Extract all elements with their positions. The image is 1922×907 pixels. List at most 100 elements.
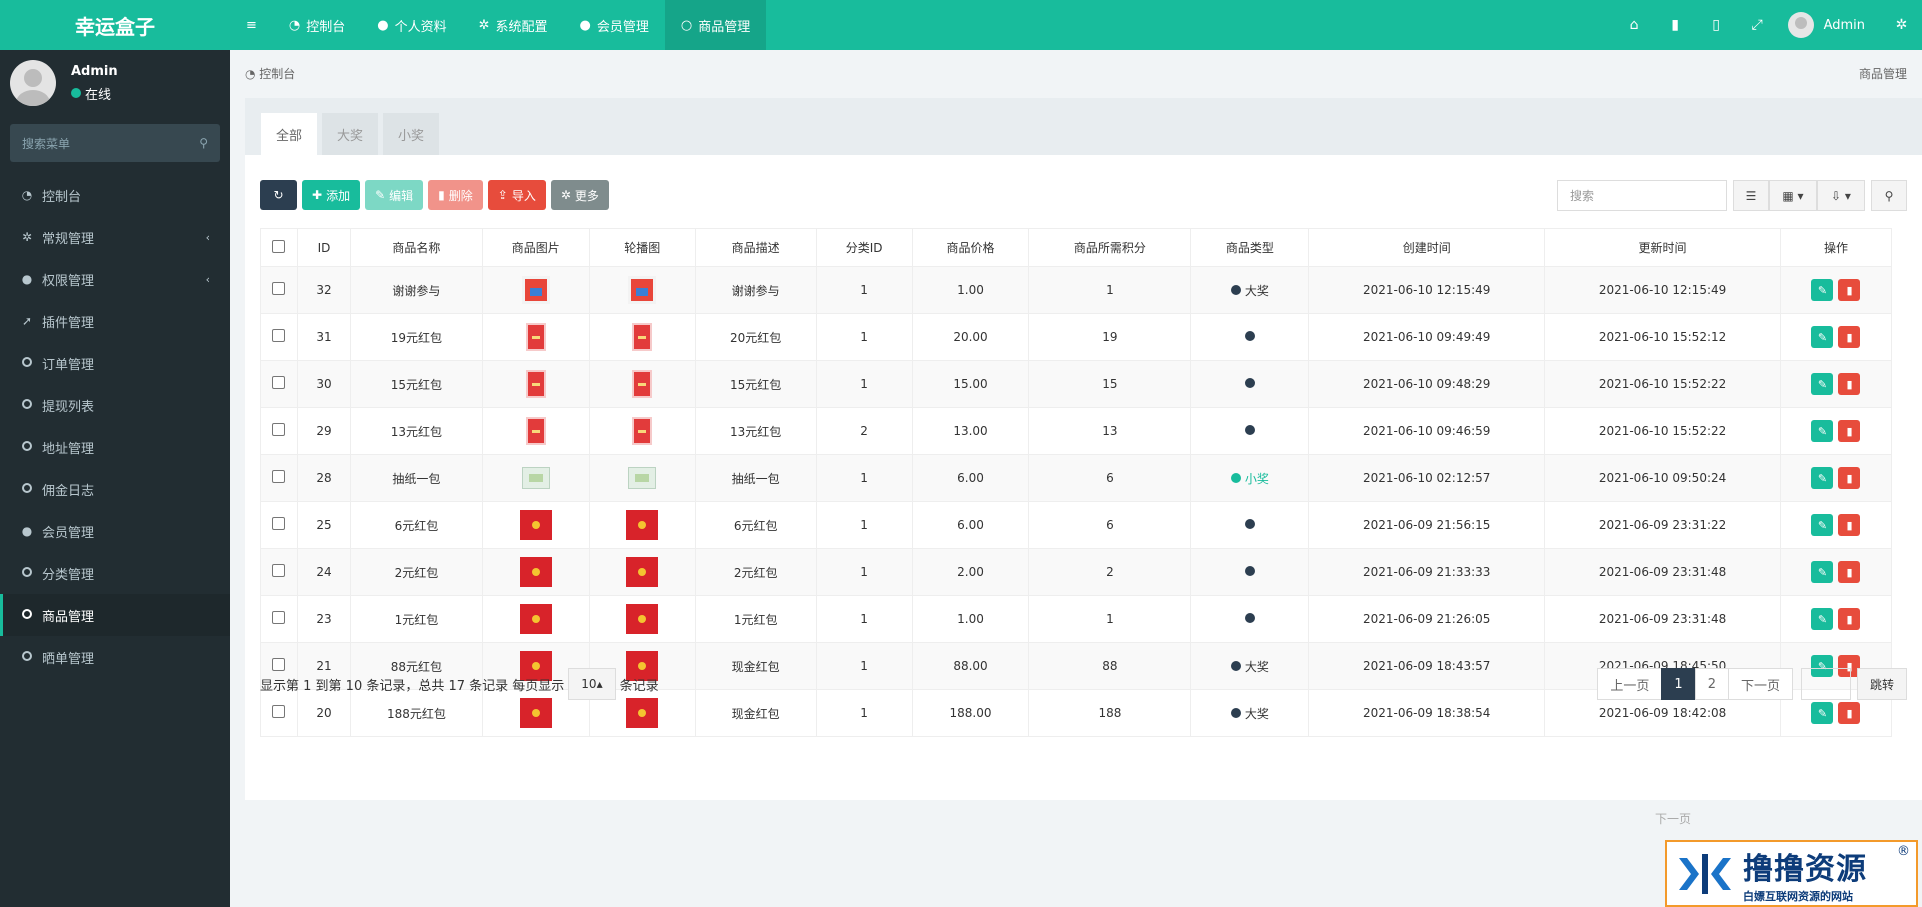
sidebar-item-plugins[interactable]: ➚ 插件管理 [0, 300, 230, 342]
column-header[interactable]: 创建时间 [1308, 228, 1546, 267]
menu-search-input[interactable]: 搜索菜单 ⚲ [10, 124, 220, 162]
column-header[interactable]: 商品名称 [349, 228, 483, 267]
search-toggle-button[interactable]: ⚲ [1871, 180, 1907, 211]
fullscreen-icon[interactable]: ⤢ [1737, 0, 1778, 50]
topnav-dashboard[interactable]: ◔ 控制台 [273, 0, 361, 50]
edit-row-button[interactable]: ✎ [1811, 514, 1834, 536]
row-checkbox[interactable] [272, 376, 286, 389]
topnav-members[interactable]: ● 会员管理 [564, 0, 665, 50]
columns-button[interactable]: ▦ ▾ [1769, 180, 1817, 211]
carousel-thumbnail[interactable] [628, 467, 657, 489]
table-row[interactable]: 31 19元红包 20元红包 1 20.00 19 2021-06-10 09:49:49 2… [260, 313, 1893, 361]
tab-all[interactable]: 全部 [261, 113, 318, 155]
column-header[interactable]: 商品价格 [911, 228, 1030, 267]
row-checkbox[interactable] [272, 282, 286, 295]
product-thumbnail[interactable] [519, 510, 552, 540]
export-button[interactable]: ⇩ ▾ [1817, 180, 1865, 211]
select-all-checkbox[interactable] [272, 239, 286, 253]
table-row[interactable]: 32 谢谢参与 谢谢参与 1 1.00 1 大奖 2021-06-10 12:15:49 202… [260, 266, 1893, 314]
user-menu[interactable]: Admin [1778, 12, 1881, 38]
import-button[interactable]: ⇪ 导入 [487, 180, 546, 210]
next-page-button[interactable]: 下一页 [1727, 668, 1793, 700]
column-header[interactable]: 商品描述 [694, 228, 817, 267]
delete-row-button[interactable]: ▮ [1838, 608, 1861, 630]
product-thumbnail[interactable] [525, 323, 546, 351]
breadcrumb-home[interactable]: ◔ 控制台 [245, 65, 295, 82]
carousel-thumbnail[interactable] [632, 417, 653, 445]
table-row[interactable]: 25 6元红包 6元红包 1 6.00 6 2021-06-09 21:56:15 2021-… [260, 501, 1893, 549]
more-button[interactable]: ✲ 更多 [550, 180, 609, 210]
search-icon[interactable]: ⚲ [199, 136, 208, 150]
carousel-thumbnail[interactable] [628, 276, 657, 304]
sidebar-item-orders[interactable]: 订单管理 [0, 342, 230, 384]
app-logo[interactable]: 幸运盒子 [0, 0, 230, 50]
column-header[interactable]: ID [296, 228, 351, 267]
row-checkbox[interactable] [272, 517, 286, 530]
gears-icon[interactable]: ✲ [1881, 0, 1922, 50]
sidebar-item-commission-log[interactable]: 佣金日志 [0, 468, 230, 510]
row-checkbox[interactable] [272, 611, 286, 624]
column-header[interactable]: 轮播图 [588, 228, 696, 267]
sidebar-item-general[interactable]: ✲ 常规管理 ‹ [0, 216, 230, 258]
delete-row-button[interactable]: ▮ [1838, 373, 1861, 395]
sidebar-item-members[interactable]: ● 会员管理 [0, 510, 230, 552]
delete-row-button[interactable]: ▮ [1838, 467, 1861, 489]
edit-row-button[interactable]: ✎ [1811, 702, 1834, 724]
topnav-products[interactable]: ○ 商品管理 [664, 0, 767, 50]
column-header[interactable]: 商品类型 [1190, 228, 1310, 267]
delete-row-button[interactable]: ▮ [1838, 279, 1861, 301]
add-button[interactable]: ✚ 添加 [302, 180, 361, 210]
row-checkbox[interactable] [272, 470, 286, 483]
table-row[interactable]: 28 抽纸一包 抽纸一包 1 6.00 6 小奖 2021-06-10 02:12:57 202… [260, 454, 1893, 502]
column-header[interactable]: 更新时间 [1544, 228, 1781, 267]
product-thumbnail[interactable] [519, 604, 552, 634]
prev-page-button[interactable]: 上一页 [1597, 668, 1663, 700]
table-row[interactable]: 29 13元红包 13元红包 2 13.00 13 2021-06-10 09:46:59 2… [260, 407, 1893, 455]
column-header[interactable]: 分类ID [815, 228, 913, 267]
language-icon[interactable]: ▯ [1696, 0, 1737, 50]
carousel-thumbnail[interactable] [626, 510, 659, 540]
home-icon[interactable]: ⌂ [1614, 0, 1655, 50]
sidebar-item-permissions[interactable]: ● 权限管理 ‹ [0, 258, 230, 300]
row-checkbox[interactable] [272, 564, 286, 577]
product-thumbnail[interactable] [525, 370, 546, 398]
row-checkbox[interactable] [272, 705, 286, 718]
topnav-profile[interactable]: ● 个人资料 [361, 0, 462, 50]
jump-button[interactable]: 跳转 [1856, 668, 1907, 700]
sidebar-item-withdrawals[interactable]: 提现列表 [0, 384, 230, 426]
table-row[interactable]: 23 1元红包 1元红包 1 1.00 1 2021-06-09 21:26:05 2021-… [260, 595, 1893, 643]
jump-page-input[interactable] [1800, 668, 1851, 700]
carousel-thumbnail[interactable] [626, 698, 659, 728]
edit-button[interactable]: ✎ 编辑 [365, 180, 424, 210]
page-button[interactable]: 1 [1661, 668, 1696, 700]
sidebar-item-dashboard[interactable]: ◔ 控制台 [0, 174, 230, 216]
product-thumbnail[interactable] [521, 467, 550, 489]
column-header[interactable]: 商品图片 [481, 228, 590, 267]
refresh-button[interactable]: ↻ [260, 180, 297, 210]
table-row[interactable]: 30 15元红包 15元红包 1 15.00 15 2021-06-10 09:48:29 2… [260, 360, 1893, 408]
sidebar-item-products[interactable]: 商品管理 [0, 594, 230, 636]
carousel-thumbnail[interactable] [632, 323, 653, 351]
sidebar-item-showcase[interactable]: 晒单管理 [0, 636, 230, 678]
product-thumbnail[interactable] [519, 698, 552, 728]
page-button[interactable]: 2 [1694, 668, 1729, 700]
row-checkbox[interactable] [272, 423, 286, 436]
page-size-select[interactable]: 10 ▴ [568, 668, 616, 700]
carousel-thumbnail[interactable] [632, 370, 653, 398]
delete-row-button[interactable]: ▮ [1838, 702, 1861, 724]
column-header[interactable]: 商品所需积分 [1028, 228, 1192, 267]
tab-small-prize[interactable]: 小奖 [383, 113, 440, 155]
delete-row-button[interactable]: ▮ [1838, 561, 1861, 583]
edit-row-button[interactable]: ✎ [1811, 467, 1834, 489]
edit-row-button[interactable]: ✎ [1811, 279, 1834, 301]
edit-row-button[interactable]: ✎ [1811, 608, 1834, 630]
carousel-thumbnail[interactable] [626, 604, 659, 634]
product-thumbnail[interactable] [525, 417, 546, 445]
toggle-view-button[interactable]: ☰ [1733, 180, 1769, 211]
row-checkbox[interactable] [272, 329, 286, 342]
delete-button[interactable]: ▮ 删除 [428, 180, 483, 210]
sidebar-toggle-button[interactable]: ≡ [230, 0, 273, 50]
product-thumbnail[interactable] [519, 557, 552, 587]
edit-row-button[interactable]: ✎ [1811, 326, 1834, 348]
carousel-thumbnail[interactable] [626, 557, 659, 587]
